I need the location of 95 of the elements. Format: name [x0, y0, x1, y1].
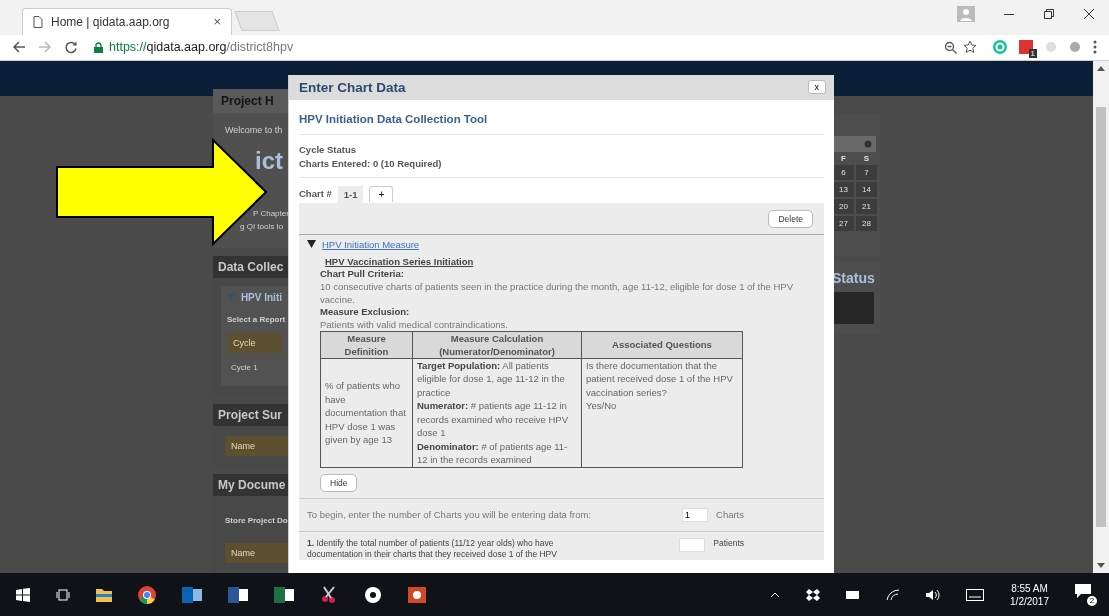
exclusion-text: Patients with valid medical contraindications.	[320, 317, 509, 331]
cycle-status-label: Cycle Status	[299, 142, 358, 157]
question-text: Yes/No	[586, 399, 618, 413]
calendar-day[interactable]: 7	[856, 164, 877, 180]
battery-icon[interactable]	[846, 590, 861, 599]
page-title: ict	[255, 148, 284, 173]
intro-text: P Chapter	[253, 207, 288, 220]
scrollbar-thumb[interactable]	[1096, 106, 1106, 527]
extension-badge: 1	[1028, 49, 1037, 59]
scissors-icon[interactable]	[320, 585, 338, 604]
delete-button[interactable]: Delete	[768, 209, 813, 228]
section-heading: Project Sur	[213, 403, 288, 426]
mail-app-icon[interactable]	[182, 586, 202, 603]
measure-heading: HPV Vaccination Series Initiation	[325, 254, 475, 268]
toggle-icon[interactable]	[307, 240, 316, 249]
welcome-text: Welcome to th	[225, 124, 284, 135]
scroll-up-icon[interactable]	[1097, 64, 1105, 71]
folder-icon[interactable]	[96, 587, 112, 602]
column-header: Measure Calculation (Numerator/Denominator)	[412, 331, 582, 359]
restore-icon[interactable]	[1043, 8, 1055, 20]
weekday-label: F	[840, 152, 847, 165]
browser-icon[interactable]	[138, 585, 156, 604]
clock-time[interactable]: 8:55 AM	[1011, 582, 1048, 594]
calendar-day[interactable]: 27	[833, 215, 854, 231]
question-text: Is there documentation that the patient received dose 1 of the HPV vaccination series?	[586, 358, 734, 400]
chevron-up-icon[interactable]	[770, 591, 781, 598]
add-chart-button[interactable]: +	[369, 186, 394, 203]
volume-icon[interactable]	[926, 588, 941, 601]
back-icon[interactable]	[12, 40, 26, 55]
close-button[interactable]: x	[807, 80, 826, 95]
column-header: Cycle	[227, 332, 282, 353]
start-icon[interactable]	[16, 587, 30, 602]
calculation-text: Numerator: # patients age 11-12 in records examined who receive HPV dose 1	[417, 399, 569, 440]
page-icon	[33, 15, 43, 28]
notification-count: 2	[1087, 595, 1097, 606]
tab-close-button[interactable]: ×	[213, 14, 221, 30]
column-header: Measure Definition	[320, 331, 413, 359]
hide-button[interactable]: Hide	[320, 473, 358, 492]
calendar-day[interactable]: 20	[833, 198, 854, 214]
clock-date[interactable]: 1/2/2017	[1010, 595, 1049, 607]
keyboard-icon[interactable]	[966, 588, 985, 601]
calendar-day[interactable]: 6	[833, 164, 854, 180]
exclusion-label: Measure Exclusion:	[320, 305, 411, 318]
zoom-icon[interactable]	[944, 40, 957, 54]
presentation-app-icon[interactable]	[408, 586, 426, 603]
measure-title[interactable]: HPV Initi	[240, 291, 282, 303]
app-icon[interactable]	[364, 585, 382, 604]
status-heading: Status	[832, 269, 874, 286]
column-header: Name	[225, 542, 288, 563]
section-heading: My Docume	[213, 473, 288, 496]
tray-icon[interactable]	[806, 588, 821, 601]
criteria-text: 10 consecutive charts of patients seen in the practice during the month, age 11-12, eligible for dose 1 of the HPV vaccine.	[320, 279, 794, 306]
charts-entered-text: Charts Entered: 0 (10 Required)	[299, 156, 443, 171]
charts-count-field[interactable]: 1	[682, 507, 708, 522]
criteria-label: Chart Pull Criteria:	[320, 267, 405, 280]
scroll-down-icon[interactable]	[1097, 563, 1105, 570]
section-heading: Data Collec	[213, 255, 288, 278]
menu-icon[interactable]	[1093, 40, 1097, 55]
calendar-day[interactable]: 28	[856, 215, 877, 231]
chart-label: Chart #	[299, 187, 332, 202]
spreadsheet-app-icon[interactable]	[274, 586, 294, 603]
weekday-label: S	[862, 152, 871, 165]
calendar-day[interactable]: 13	[833, 181, 854, 197]
unit-label: Charts	[716, 509, 744, 521]
column-header: Name	[225, 435, 288, 456]
documents-label: Store Project Do	[225, 515, 288, 525]
tab-title: Home | qidata.aap.org	[51, 14, 171, 29]
patients-field[interactable]	[679, 537, 706, 552]
calendar-day[interactable]: 21	[856, 198, 877, 214]
calendar-day[interactable]: 14	[856, 181, 877, 197]
url-text: https://qidata.aap.org/district8hpv	[109, 40, 294, 55]
bookmark-star-icon[interactable]	[963, 40, 977, 55]
browser-tab[interactable]: Home | qidata.aap.org ×	[22, 7, 232, 35]
measure-link[interactable]: HPV Initiation Measure	[322, 238, 420, 250]
scrollbar[interactable]	[1093, 60, 1109, 574]
close-icon[interactable]	[1083, 8, 1095, 20]
address-bar[interactable]: https://qidata.aap.org/district8hpv	[90, 37, 981, 58]
chart-tab[interactable]: 1-1	[337, 185, 364, 203]
dialog-title: Enter Chart Data	[299, 79, 406, 95]
task-view-icon[interactable]	[56, 588, 70, 601]
table-cell: % of patients who have documentation that HPV dose 1 was given by age 13	[325, 380, 406, 446]
table-cell-text: Cycle 1	[231, 362, 259, 372]
prompt-text: To begin, enter the number of Charts you will be entering data from:	[307, 509, 592, 521]
toggle-icon[interactable]	[227, 293, 235, 302]
wifi-icon[interactable]	[886, 588, 901, 601]
unit-label: Patients	[713, 537, 744, 548]
tool-title: HPV Initiation Data Collection Tool	[299, 112, 489, 125]
calculation-text: Denominator: # of patients age 11-12 in the records examined	[417, 439, 569, 467]
reload-icon[interactable]	[64, 40, 78, 55]
question-text: 1. Identify the total number of patients (11/12 year olds) who have documentation in their charts that they received dose 1 of the HPV	[307, 537, 558, 560]
calculation-text: Target Population: All patients eligible for dose 1, age 11-12 in the practice	[417, 358, 566, 400]
lock-icon	[94, 41, 103, 53]
document-app-icon[interactable]	[228, 586, 248, 603]
column-header: Associated Questions	[581, 331, 743, 359]
intro-text: g QI tools to	[240, 220, 285, 233]
